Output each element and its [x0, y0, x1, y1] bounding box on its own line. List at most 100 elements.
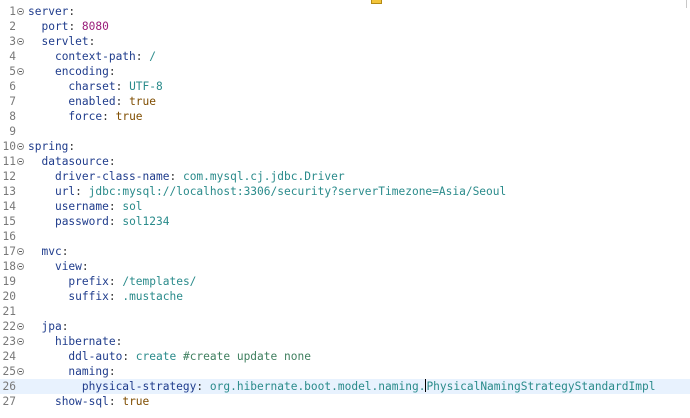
yaml-separator: : — [196, 380, 210, 393]
code-line[interactable]: 21 — [0, 304, 690, 319]
yaml-value: 8080 — [81, 20, 109, 33]
fold-toggle-icon[interactable] — [17, 8, 24, 15]
code-line[interactable]: 18 view: — [0, 259, 690, 274]
yaml-key: jpa — [41, 320, 62, 333]
code-line[interactable]: 26 physical-strategy: org.hibernate.boot… — [0, 379, 690, 394]
yaml-key: view — [54, 260, 82, 273]
yaml-value: sol — [122, 200, 143, 213]
yaml-key: username — [54, 200, 109, 213]
code-text: charset: UTF-8 — [28, 79, 163, 94]
code-text: force: true — [28, 109, 143, 124]
line-number: 19 — [2, 275, 16, 288]
yaml-value: .mustache — [122, 290, 183, 303]
code-line[interactable]: 6 charset: UTF-8 — [0, 79, 690, 94]
yaml-separator: : — [102, 110, 116, 123]
yaml-separator: : — [108, 155, 116, 168]
code-line[interactable]: 15 password: sol1234 — [0, 214, 690, 229]
yaml-key: mvc — [41, 245, 62, 258]
line-number: 6 — [9, 80, 16, 93]
code-text: port: 8080 — [28, 19, 109, 34]
yaml-separator: : — [108, 365, 116, 378]
code-text: view: — [28, 259, 89, 274]
fold-toggle-icon[interactable] — [17, 68, 24, 75]
yaml-separator: : — [108, 65, 116, 78]
line-number: 12 — [2, 170, 16, 183]
code-line[interactable]: 27 show-sql: true — [0, 394, 690, 409]
yaml-separator: : — [61, 245, 69, 258]
fold-toggle-icon[interactable] — [17, 248, 24, 255]
yaml-key: spring — [28, 140, 69, 153]
yaml-value: / — [149, 50, 157, 63]
code-line[interactable]: 13 url: jdbc:mysql://localhost:3306/secu… — [0, 184, 690, 199]
code-line[interactable]: 24 ddl-auto: create #create update none — [0, 349, 690, 364]
yaml-value: true — [122, 395, 150, 408]
yaml-key: enabled — [68, 95, 116, 108]
code-text: username: sol — [28, 199, 143, 214]
yaml-separator: : — [115, 80, 130, 93]
yaml-separator: : — [81, 260, 89, 273]
yaml-separator: : — [115, 335, 123, 348]
fold-toggle-icon[interactable] — [17, 143, 24, 150]
yaml-value: org.hibernate.boot.model.naming.Physical… — [209, 379, 656, 393]
code-line[interactable]: 9 — [0, 124, 690, 139]
code-line[interactable]: 20 suffix: .mustache — [0, 289, 690, 304]
fold-toggle-icon[interactable] — [17, 38, 24, 45]
fold-toggle-icon[interactable] — [17, 368, 24, 375]
yaml-key: force — [68, 110, 103, 123]
yaml-key: physical-strategy — [81, 380, 197, 393]
code-line[interactable]: 2 port: 8080 — [0, 19, 690, 34]
text-caret — [425, 379, 427, 392]
yaml-separator: : — [135, 50, 150, 63]
code-line[interactable]: 19 prefix: /templates/ — [0, 274, 690, 289]
yaml-key: port — [41, 20, 69, 33]
yaml-key: password — [54, 215, 109, 228]
code-line[interactable]: 10 spring: — [0, 139, 690, 154]
code-text: hibernate: — [28, 334, 122, 349]
yaml-key: server — [28, 5, 69, 18]
line-number: 11 — [2, 155, 16, 168]
line-number: 2 — [9, 20, 16, 33]
yaml-separator: : — [115, 95, 130, 108]
code-line[interactable]: 1 server: — [0, 4, 690, 19]
code-line[interactable]: 11 datasource: — [0, 154, 690, 169]
code-text: show-sql: true — [28, 394, 149, 409]
code-text: naming: — [28, 364, 116, 379]
yaml-value: UTF-8 — [129, 80, 163, 93]
code-line[interactable]: 23 hibernate: — [0, 334, 690, 349]
yaml-key: servlet — [41, 35, 89, 48]
code-line[interactable]: 17 mvc: — [0, 244, 690, 259]
yaml-value: create — [135, 350, 183, 363]
code-line[interactable]: 25 naming: — [0, 364, 690, 379]
code-line[interactable]: 14 username: sol — [0, 199, 690, 214]
fold-toggle-icon[interactable] — [17, 338, 24, 345]
code-text: encoding: — [28, 64, 116, 79]
yaml-comment: #create update none — [182, 350, 311, 363]
yaml-value: /templates/ — [122, 275, 197, 288]
line-number: 1 — [9, 5, 16, 18]
yaml-separator: : — [108, 290, 123, 303]
line-number: 4 — [9, 50, 16, 63]
code-line[interactable]: 7 enabled: true — [0, 94, 690, 109]
code-line[interactable]: 4 context-path: / — [0, 49, 690, 64]
fold-toggle-icon[interactable] — [17, 323, 24, 330]
yaml-value: true — [115, 110, 143, 123]
code-line[interactable]: 12 driver-class-name: com.mysql.cj.jdbc.… — [0, 169, 690, 184]
code-line[interactable]: 22 jpa: — [0, 319, 690, 334]
fold-toggle-icon[interactable] — [17, 158, 24, 165]
yaml-key: driver-class-name — [54, 170, 170, 183]
code-text: jpa: — [28, 319, 68, 334]
yaml-separator: : — [68, 20, 82, 33]
code-line[interactable]: 8 force: true — [0, 109, 690, 124]
code-line[interactable]: 3 servlet: — [0, 34, 690, 49]
line-number: 9 — [9, 125, 16, 138]
yaml-key: charset — [68, 80, 116, 93]
line-number: 17 — [2, 245, 16, 258]
yaml-key: hibernate — [54, 335, 116, 348]
fold-toggle-icon[interactable] — [17, 263, 24, 270]
yaml-separator: : — [108, 275, 123, 288]
code-line[interactable]: 16 — [0, 229, 690, 244]
yaml-editor[interactable]: 1 server: 2 port: 8080 3 servlet: 4 context-… — [0, 0, 690, 418]
line-number: 25 — [2, 365, 16, 378]
code-text: password: sol1234 — [28, 214, 170, 229]
code-line[interactable]: 5 encoding: — [0, 64, 690, 79]
